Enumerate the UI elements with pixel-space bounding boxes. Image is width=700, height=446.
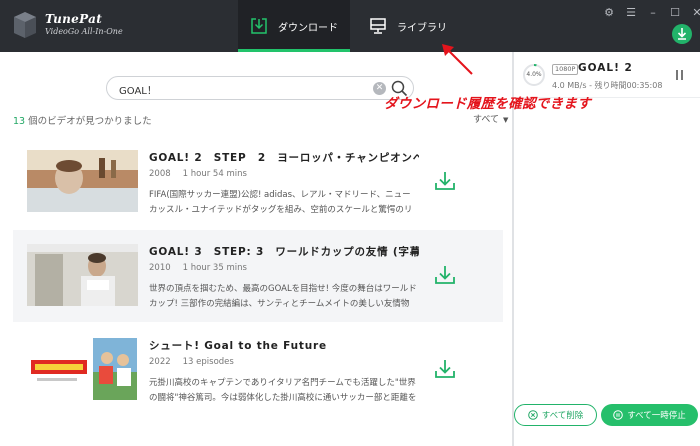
download-queue-button[interactable]: [672, 24, 692, 44]
delete-all-label: すべて削除: [541, 411, 584, 421]
video-title: GOAL! 3 STEP: 3 ワールドカップの友情 (字幕版): [149, 246, 419, 258]
quality-badge: 1080P: [552, 64, 579, 75]
search-box[interactable]: GOAL！ ✕: [106, 76, 414, 100]
app-logo-icon: [14, 12, 36, 38]
progress-percent: 4.0%: [526, 71, 542, 78]
arrow-down-icon: [677, 28, 687, 40]
annotation-arrow-icon: [442, 44, 473, 75]
monitor-icon: [370, 18, 386, 34]
download-icon[interactable]: [433, 169, 457, 193]
video-description: FIFA(国際サッカー連盟)公認! adidas、レアル・マドリード、ニューカッ…: [149, 190, 413, 215]
gear-icon[interactable]: ⚙: [603, 7, 615, 19]
pause-all-label: すべて一時停止: [627, 411, 686, 421]
video-description: 元掛川高校のキャプテンでありイタリア名門チームでも活躍した"世界の闘将"神谷篤司…: [149, 378, 417, 403]
video-thumbnail: [27, 150, 138, 212]
menu-icon[interactable]: ☰: [625, 7, 637, 19]
tab-library-label: ライブラリ: [397, 22, 447, 34]
download-tray-icon: [251, 18, 267, 34]
video-year: 2008: [149, 169, 171, 179]
video-item[interactable]: シュート! Goal to the Future 2022 13 episodes…: [13, 324, 503, 416]
video-title: GOAL! 2 STEP 2 ヨーロッパ・チャンピオンへ...: [149, 152, 419, 164]
result-count: 13 個のビデオが見つかりました: [13, 113, 152, 127]
close-icon[interactable]: ✕: [691, 7, 700, 19]
task-title: GOAL! 2: [578, 62, 633, 74]
brand-name: TunePat: [45, 12, 103, 26]
result-count-text: 個のビデオが見つかりました: [25, 116, 152, 127]
video-episodes: 13 episodes: [182, 357, 234, 367]
close-circle-icon: [527, 410, 538, 420]
video-description: 世界の頂点を掴むため、最高のGOALを目指せ! 今度の舞台はワールドカップ! 三…: [149, 284, 417, 309]
brand-subtitle: VideoGo All-In-One: [45, 27, 123, 36]
video-year: 2010: [149, 263, 171, 273]
result-count-number: 13: [13, 116, 26, 127]
pause-all-button[interactable]: すべて一時停止: [601, 404, 698, 426]
video-title: シュート! Goal to the Future: [149, 340, 327, 352]
video-thumbnail: [27, 244, 138, 306]
download-icon[interactable]: [433, 357, 457, 381]
task-speed-remaining: 4.0 MB/s - 残り時間00:35:08: [552, 81, 663, 90]
annotation-text: ダウンロード履歴を確認できます: [384, 96, 591, 112]
video-thumbnail: [27, 338, 138, 400]
video-meta: 2010 1 hour 35 mins: [149, 263, 247, 273]
filter-select-value: すべて: [473, 115, 500, 125]
filter-select[interactable]: すべて ▼: [473, 112, 508, 125]
download-icon[interactable]: [433, 263, 457, 287]
tab-download-label: ダウンロード: [278, 22, 338, 34]
video-duration: 1 hour 35 mins: [182, 263, 247, 273]
video-item[interactable]: GOAL! 2 STEP 2 ヨーロッパ・チャンピオンへ... 2008 1 ho…: [13, 136, 503, 228]
video-item[interactable]: GOAL! 3 STEP: 3 ワールドカップの友情 (字幕版) 2010 1 h…: [13, 230, 503, 322]
video-meta: 2008 1 hour 54 mins: [149, 169, 247, 179]
minimize-icon[interactable]: –: [647, 7, 659, 19]
title-bar: TunePat VideoGo All-In-One ダウンロード ライブラリ …: [0, 0, 700, 52]
tab-download[interactable]: ダウンロード: [238, 0, 350, 52]
brand: TunePat VideoGo All-In-One: [45, 12, 123, 36]
video-meta: 2022 13 episodes: [149, 357, 234, 367]
search-input[interactable]: GOAL！: [119, 82, 157, 97]
video-year: 2022: [149, 357, 171, 367]
video-duration: 1 hour 54 mins: [182, 169, 247, 179]
pause-circle-icon: [613, 410, 624, 420]
pause-icon[interactable]: [676, 70, 684, 80]
maximize-icon[interactable]: ☐: [669, 7, 681, 19]
caret-down-icon: ▼: [503, 116, 509, 124]
window-controls: ⚙ ☰ – ☐ ✕: [603, 7, 700, 19]
delete-all-button[interactable]: すべて削除: [514, 404, 597, 426]
